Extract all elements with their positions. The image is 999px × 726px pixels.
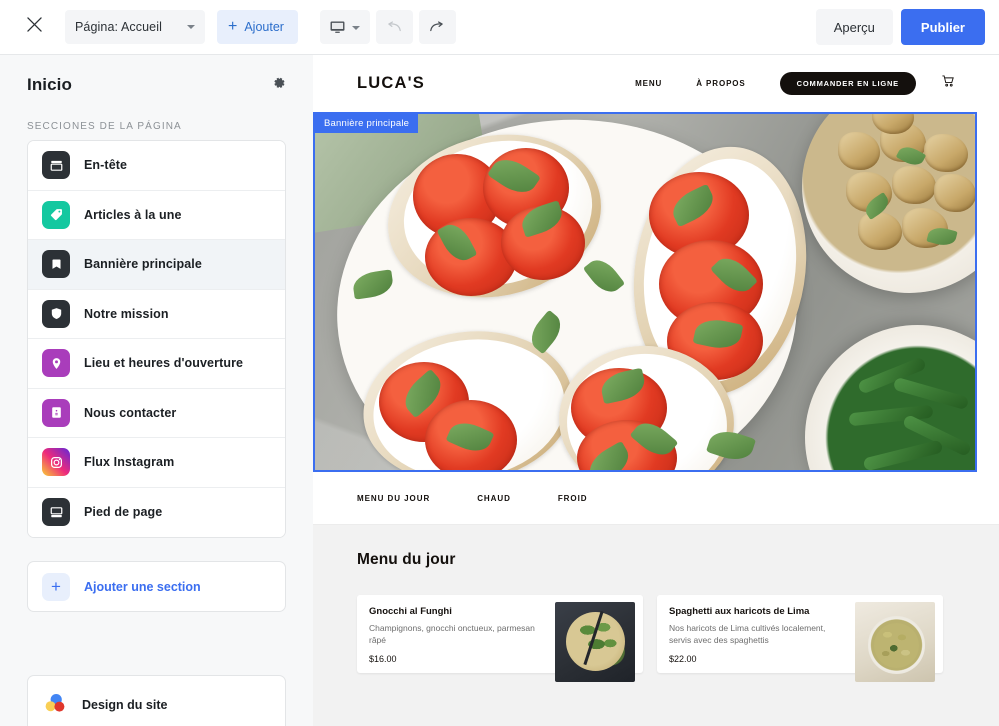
dish-thumbnail bbox=[855, 602, 935, 682]
publish-button[interactable]: Publier bbox=[900, 9, 985, 45]
tab-menu-du-jour[interactable]: MENU DU JOUR bbox=[357, 494, 430, 503]
menu-du-jour-section: Menu du jour Gnocchi al Funghi Champigno… bbox=[313, 525, 999, 726]
undo-icon bbox=[386, 21, 402, 33]
sidebar-item-header[interactable]: En-tête bbox=[28, 141, 285, 191]
toolbar-actions: Aperçu Publier bbox=[815, 9, 985, 45]
tag-icon bbox=[42, 200, 70, 229]
nav-link-about[interactable]: À PROPOS bbox=[696, 79, 745, 88]
device-selector-button[interactable] bbox=[319, 10, 370, 44]
banner-icon bbox=[42, 250, 70, 279]
cart-button[interactable] bbox=[941, 74, 955, 93]
cart-icon bbox=[941, 74, 955, 93]
page-selector-label: Página: Accueil bbox=[75, 20, 162, 34]
location-icon bbox=[42, 349, 70, 378]
hero-section-tag: Bannière principale bbox=[315, 114, 419, 133]
sidebar-item-label: Articles à la une bbox=[84, 207, 182, 222]
sidebar-item-contact-us[interactable]: Nous contacter bbox=[28, 388, 285, 438]
redo-button[interactable] bbox=[418, 10, 456, 44]
tab-froid[interactable]: FROID bbox=[558, 494, 588, 503]
shield-icon bbox=[42, 299, 70, 328]
footer-icon bbox=[42, 498, 70, 527]
redo-icon bbox=[429, 21, 445, 33]
menu-tabs-strip: MENU DU JOUR CHAUD FROID bbox=[313, 472, 999, 525]
add-button-label: Ajouter bbox=[244, 20, 284, 34]
gear-icon bbox=[272, 76, 286, 95]
settings-button[interactable] bbox=[267, 73, 291, 97]
dish-name: Spaghetti aux haricots de Lima bbox=[669, 606, 810, 617]
sidebar-item-featured-articles[interactable]: Articles à la une bbox=[28, 190, 285, 240]
add-section-label: Ajouter une section bbox=[84, 579, 201, 594]
plus-icon: + bbox=[42, 572, 70, 601]
close-icon bbox=[26, 17, 42, 37]
sidebar: Inicio SECCIONES DE LA PÁGINA En-tête Ar… bbox=[0, 55, 313, 726]
site-design-button[interactable]: Design du site bbox=[27, 675, 286, 726]
sidebar-item-our-mission[interactable]: Notre mission bbox=[28, 289, 285, 339]
sidebar-item-label: En-tête bbox=[84, 158, 128, 173]
site-preview-pane: LUCA'S MENU À PROPOS COMMANDER EN LIGNE bbox=[313, 55, 999, 726]
sidebar-item-label: Flux Instagram bbox=[84, 455, 175, 470]
hero-selection-frame[interactable]: Bannière principale bbox=[313, 112, 977, 472]
instagram-icon bbox=[42, 448, 70, 477]
site-brand: LUCA'S bbox=[357, 74, 425, 92]
undo-button[interactable] bbox=[375, 10, 413, 44]
sidebar-item-label: Nous contacter bbox=[84, 405, 177, 420]
sidebar-item-main-banner[interactable]: Bannière principale bbox=[28, 240, 285, 290]
sidebar-item-instagram-feed[interactable]: Flux Instagram bbox=[28, 438, 285, 488]
sections-group-label: SECCIONES DE LA PÁGINA bbox=[27, 121, 182, 132]
hero-image bbox=[315, 114, 975, 470]
sidebar-item-label: Notre mission bbox=[84, 306, 169, 321]
sidebar-title: Inicio bbox=[27, 75, 72, 94]
close-button[interactable] bbox=[12, 5, 56, 49]
desktop-icon bbox=[330, 20, 345, 34]
site-nav: MENU À PROPOS COMMANDER EN LIGNE bbox=[635, 72, 955, 95]
add-section-button[interactable]: + Ajouter une section bbox=[27, 561, 286, 612]
dish-description: Nos haricots de Lima cultivés localement… bbox=[669, 623, 826, 646]
dish-card[interactable]: Gnocchi al Funghi Champignons, gnocchi o… bbox=[357, 595, 643, 682]
tab-chaud[interactable]: CHAUD bbox=[477, 494, 511, 503]
dish-price: $16.00 bbox=[369, 654, 397, 665]
add-button[interactable]: + Ajouter bbox=[217, 10, 298, 44]
menu-section-title: Menu du jour bbox=[357, 551, 456, 568]
dish-text: Gnocchi al Funghi Champignons, gnocchi o… bbox=[369, 606, 555, 665]
top-toolbar: Página: Accueil + Ajouter Aperçu Publier bbox=[0, 0, 999, 55]
nav-link-menu[interactable]: MENU bbox=[635, 79, 662, 88]
sidebar-item-label: Lieu et heures d'ouverture bbox=[84, 356, 244, 371]
dish-name: Gnocchi al Funghi bbox=[369, 606, 452, 617]
preview-button[interactable]: Aperçu bbox=[815, 9, 893, 45]
page-sections-list: En-tête Articles à la une Bannière princ… bbox=[27, 140, 286, 538]
sidebar-item-label: Bannière principale bbox=[84, 257, 202, 272]
sidebar-item-footer[interactable]: Pied de page bbox=[28, 487, 285, 537]
palette-icon bbox=[42, 690, 68, 721]
dish-card[interactable]: Spaghetti aux haricots de Lima Nos haric… bbox=[657, 595, 943, 682]
dish-description: Champignons, gnocchi onctueux, parmesan … bbox=[369, 623, 535, 646]
dish-text: Spaghetti aux haricots de Lima Nos haric… bbox=[669, 606, 855, 665]
page-selector[interactable]: Página: Accueil bbox=[65, 10, 205, 44]
site-header: LUCA'S MENU À PROPOS COMMANDER EN LIGNE bbox=[313, 55, 999, 112]
chevron-down-icon bbox=[187, 25, 195, 29]
plus-icon: + bbox=[228, 18, 238, 35]
order-online-button[interactable]: COMMANDER EN LIGNE bbox=[779, 72, 916, 95]
hero-banner-section: Bannière principale bbox=[313, 112, 977, 472]
chevron-down-icon bbox=[351, 26, 360, 30]
header-icon bbox=[42, 151, 70, 180]
dish-thumbnail bbox=[555, 602, 635, 682]
sidebar-item-location-hours[interactable]: Lieu et heures d'ouverture bbox=[28, 339, 285, 389]
dish-card-list: Gnocchi al Funghi Champignons, gnocchi o… bbox=[357, 595, 955, 682]
dish-price: $22.00 bbox=[669, 654, 697, 665]
site-design-label: Design du site bbox=[82, 698, 168, 712]
sidebar-header: Inicio bbox=[0, 55, 313, 97]
contact-icon bbox=[42, 398, 70, 427]
toolbar-icon-group bbox=[319, 10, 456, 44]
sidebar-item-label: Pied de page bbox=[84, 505, 163, 520]
